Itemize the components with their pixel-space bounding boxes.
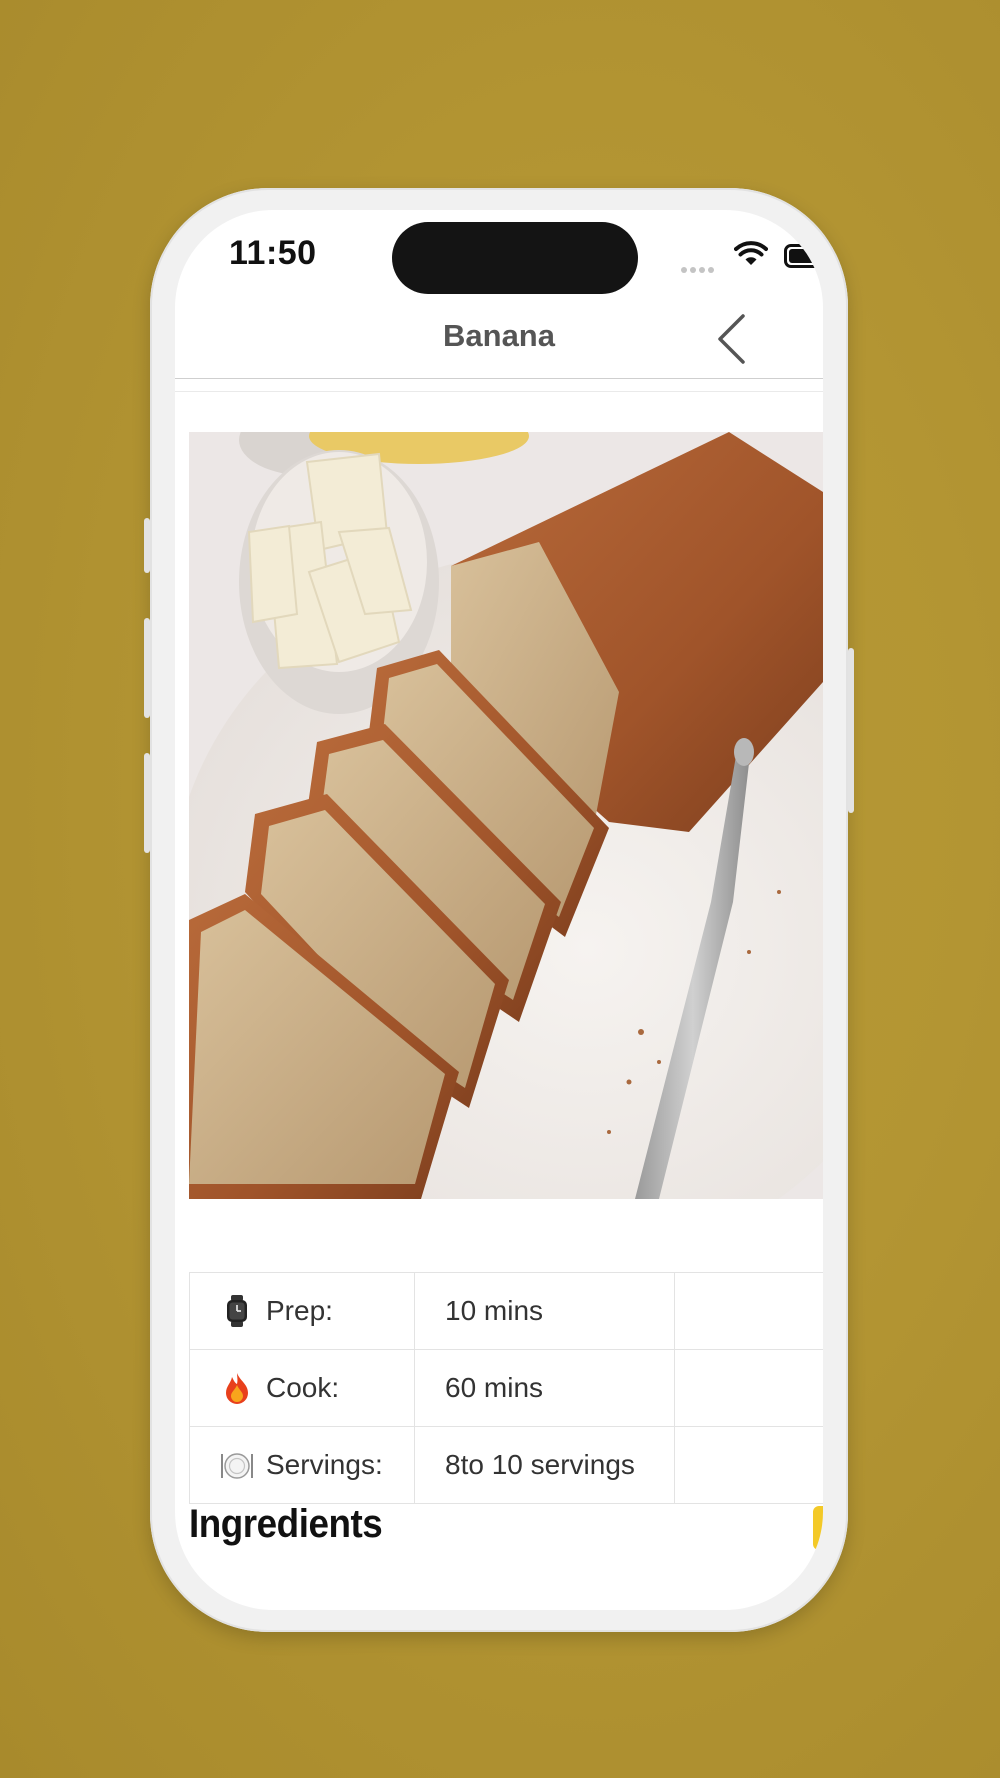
info-value: 60 mins: [415, 1350, 675, 1426]
table-row: Servings: 8to 10 servings: [189, 1427, 823, 1503]
app-screen: 11:50 Banana Prep: 10 mins Cook: 60 mins…: [175, 210, 823, 1610]
volume-up-button: [144, 618, 150, 718]
accent-tab[interactable]: [813, 1506, 823, 1550]
info-value: 8to 10 servings: [415, 1427, 675, 1503]
info-value: 10 mins: [415, 1273, 675, 1349]
plate-icon: [220, 1448, 254, 1482]
battery-icon: [784, 244, 823, 268]
action-button: [144, 518, 150, 573]
wifi-icon: [734, 241, 768, 265]
table-row: Prep: 10 mins: [189, 1273, 823, 1350]
recipe-info-table: Prep: 10 mins Cook: 60 mins Servings: 8t…: [189, 1272, 823, 1504]
recipe-image: [189, 432, 823, 1199]
table-row: Cook: 60 mins: [189, 1350, 823, 1427]
ingredients-heading: Ingredients: [189, 1502, 383, 1546]
divider: [175, 391, 823, 392]
watch-icon: [220, 1294, 254, 1328]
info-label: Cook:: [266, 1372, 340, 1403]
fire-icon: [220, 1371, 254, 1405]
status-bar: 11:50: [175, 210, 823, 310]
navigation-bar: Banana: [175, 298, 823, 379]
phone-frame: 11:50 Banana Prep: 10 mins Cook: 60 mins…: [144, 188, 854, 1632]
status-time: 11:50: [229, 234, 317, 272]
info-label: Servings:: [266, 1449, 383, 1480]
power-button: [848, 648, 854, 813]
back-chevron-icon[interactable]: [707, 311, 757, 367]
dynamic-island: [392, 222, 638, 294]
signal-icon: [681, 260, 721, 273]
volume-down-button: [144, 753, 150, 853]
info-label: Prep:: [266, 1295, 333, 1326]
